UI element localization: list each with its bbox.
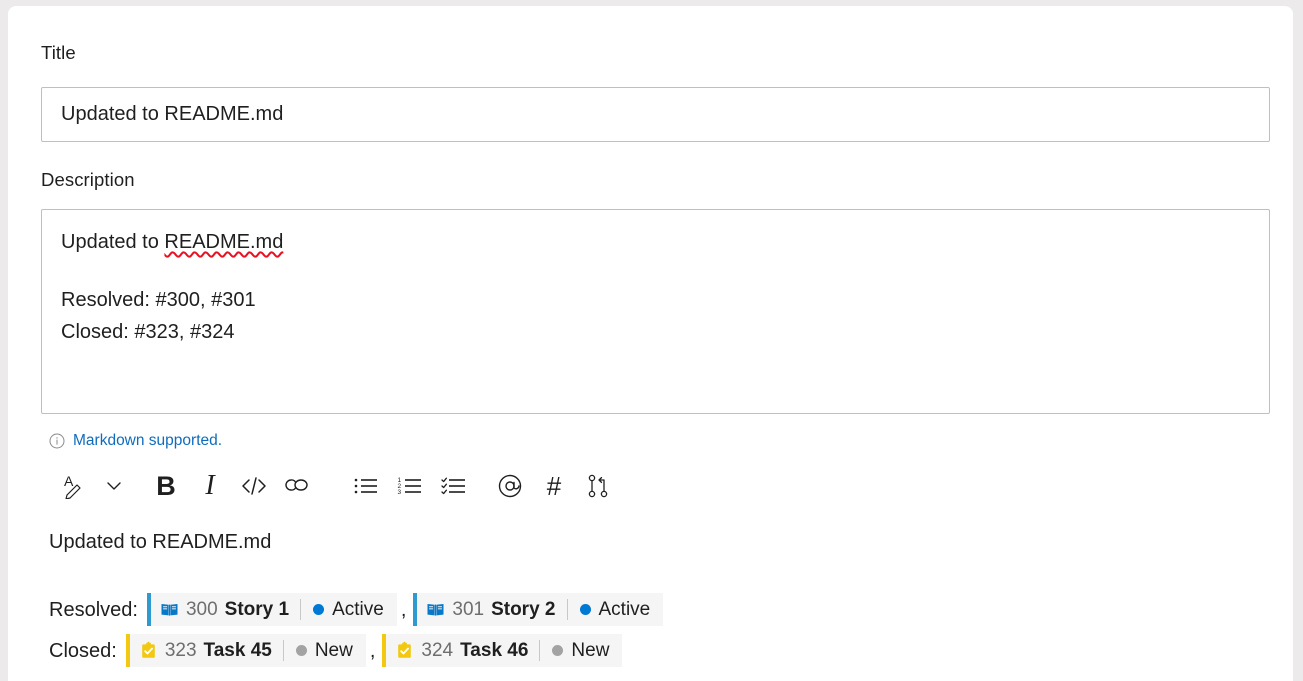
pull-request-button[interactable]	[576, 464, 620, 508]
title-field-label: Title	[41, 42, 76, 63]
state-label: New	[571, 639, 610, 661]
chevron-down-icon	[107, 482, 121, 490]
svg-text:A: A	[64, 473, 74, 489]
info-circle-icon	[49, 433, 65, 449]
task-clipboard-check-icon	[395, 641, 414, 660]
checklist-button[interactable]	[432, 464, 476, 508]
description-line-1-text: Updated to	[61, 231, 165, 253]
bold-icon: B	[156, 471, 176, 501]
font-color-button[interactable]: A	[52, 464, 96, 508]
code-button[interactable]	[232, 464, 276, 508]
code-icon	[242, 477, 266, 495]
state-label: Active	[598, 598, 651, 620]
bulleted-list-button[interactable]	[344, 464, 388, 508]
state-label: Active	[332, 598, 384, 620]
work-item-id: 301	[452, 598, 485, 620]
description-blank-line	[61, 258, 1269, 284]
preview-heading: Updated to README.md	[49, 531, 272, 553]
mention-button[interactable]	[488, 464, 532, 508]
work-item-chip[interactable]: 324 Task 46 New	[382, 634, 623, 667]
work-item-chip[interactable]: 300 Story 1 Active	[146, 593, 397, 626]
work-item-main: 300 Story 1	[151, 593, 300, 626]
font-color-dropdown[interactable]	[96, 464, 132, 508]
title-input[interactable]: Updated to README.md	[41, 87, 1270, 142]
misspelled-word: README.md	[164, 231, 284, 253]
story-book-icon	[160, 600, 179, 619]
work-item-main: 324 Task 46	[386, 634, 539, 667]
work-item-id: 323	[164, 639, 197, 661]
state-dot-icon	[579, 604, 591, 615]
work-item-chip[interactable]: 323 Task 45 New	[125, 634, 366, 667]
bold-button[interactable]: B	[144, 464, 188, 508]
chip-separator: ,	[369, 639, 376, 662]
pull-request-icon	[588, 474, 608, 498]
resolved-row-label: Resolved:	[49, 598, 138, 621]
description-line-4: Closed: #323, #324	[61, 321, 235, 343]
markdown-supported-hint: Markdown supported.	[49, 432, 222, 450]
work-item-state: Active	[301, 593, 397, 626]
work-item-form-panel: Title Updated to README.md Description U…	[8, 6, 1293, 681]
italic-button[interactable]: I	[188, 464, 232, 508]
work-item-title: Story 2	[491, 598, 556, 620]
state-dot-icon	[552, 645, 564, 656]
work-item-id: 324	[421, 639, 454, 661]
page-root: Title Updated to README.md Description U…	[0, 0, 1303, 681]
work-item-main: 301 Story 2	[417, 593, 566, 626]
chip-separator: ,	[400, 598, 407, 621]
hashtag-icon: #	[546, 471, 562, 501]
work-item-state: Active	[568, 593, 664, 626]
work-item-state: New	[540, 634, 622, 667]
at-icon	[498, 474, 522, 498]
state-dot-icon	[295, 645, 307, 656]
italic-icon: I	[205, 470, 215, 501]
closed-row: Closed: 323 Task 45 New , 324 Task 46 Ne…	[49, 634, 623, 667]
closed-row-label: Closed:	[49, 639, 117, 662]
state-label: New	[314, 639, 353, 661]
hashtag-button[interactable]: #	[532, 464, 576, 508]
checklist-icon	[441, 477, 465, 495]
numbered-list-button[interactable]: 1 2 3	[388, 464, 432, 508]
work-item-chip[interactable]: 301 Story 2 Active	[413, 593, 664, 626]
state-dot-icon	[313, 604, 325, 615]
link-button[interactable]	[276, 464, 320, 508]
description-line-1: Updated to README.md	[61, 226, 1269, 258]
description-textarea[interactable]: Updated to README.md Resolved: #300, #30…	[41, 209, 1270, 414]
work-item-id: 300	[185, 598, 218, 620]
work-item-state: New	[284, 634, 366, 667]
link-icon	[285, 479, 308, 491]
description-line-3: Resolved: #300, #301	[61, 289, 256, 311]
markdown-toolbar: A B I 1 2 3 #	[52, 464, 620, 508]
work-item-title: Story 1	[224, 598, 290, 620]
bulleted-list-icon	[354, 478, 377, 494]
svg-text:3: 3	[398, 489, 402, 496]
description-field-label: Description	[41, 169, 135, 190]
task-clipboard-check-icon	[139, 641, 158, 660]
work-item-title: Task 46	[460, 639, 529, 661]
work-item-main: 323 Task 45	[130, 634, 283, 667]
story-book-icon	[426, 600, 445, 619]
numbered-list-icon: 1 2 3	[398, 477, 421, 496]
work-item-title: Task 45	[203, 639, 272, 661]
markdown-hint-text: Markdown supported.	[73, 432, 223, 449]
resolved-row: Resolved: 300 Story 1 Active , 301 Story…	[49, 593, 664, 626]
